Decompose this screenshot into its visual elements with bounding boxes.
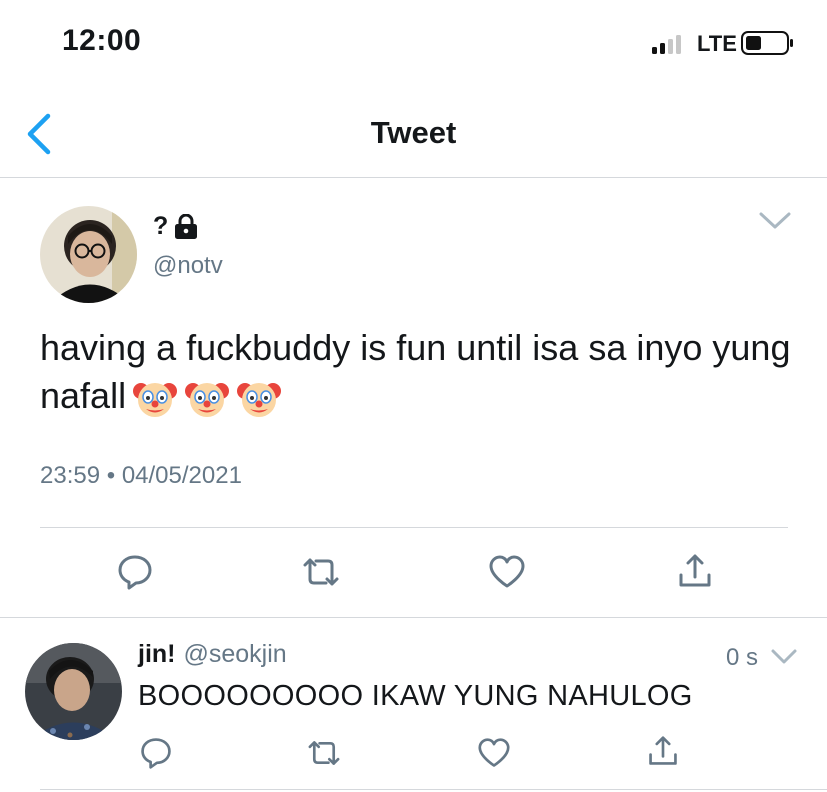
bottom-divider bbox=[40, 789, 827, 790]
header-divider bbox=[0, 177, 827, 178]
reply-timestamp: 0 s bbox=[726, 644, 759, 671]
signal-strength-icon bbox=[652, 32, 681, 54]
like-icon bbox=[478, 738, 510, 767]
page-title: Tweet bbox=[370, 115, 457, 150]
reply-like-button[interactable] bbox=[476, 737, 512, 774]
retweet-button[interactable] bbox=[300, 555, 342, 594]
author-display-name: ? bbox=[153, 212, 169, 240]
retweet-icon bbox=[303, 558, 339, 586]
tweet-time: 23:59 bbox=[40, 462, 101, 489]
avatar[interactable] bbox=[40, 206, 137, 303]
clown-face-icon bbox=[237, 383, 282, 418]
reply-button[interactable] bbox=[116, 553, 154, 596]
tweet-date: 04/05/2021 bbox=[121, 462, 242, 489]
author-name[interactable]: ? bbox=[153, 212, 198, 241]
reply-avatar[interactable] bbox=[25, 643, 122, 740]
meta-separator: • bbox=[106, 462, 116, 489]
clown-face-icon bbox=[133, 383, 178, 418]
lock-icon bbox=[175, 213, 198, 239]
avatar-photo bbox=[40, 206, 137, 303]
reply-icon bbox=[141, 738, 171, 769]
clown-face-icon bbox=[185, 383, 230, 418]
emoji-group bbox=[126, 375, 282, 418]
like-icon bbox=[489, 555, 525, 588]
share-button[interactable] bbox=[677, 553, 713, 594]
reply-avatar-photo bbox=[25, 643, 122, 740]
status-clock: 12:00 bbox=[62, 24, 142, 57]
like-button[interactable] bbox=[487, 554, 527, 595]
reply-menu-button[interactable] bbox=[770, 648, 798, 671]
reply-author[interactable]: jin! @seokjin bbox=[138, 640, 287, 669]
author-handle[interactable]: @notv bbox=[153, 252, 223, 280]
reply-share-button[interactable] bbox=[647, 735, 679, 772]
tweet-menu-button[interactable] bbox=[758, 210, 792, 237]
reply-reply-button[interactable] bbox=[139, 736, 173, 775]
tweet-text: having a fuckbuddy is fun until isa sa i… bbox=[40, 324, 800, 421]
reply-text: BOOOOOOOOO IKAW YUNG NAHULOG bbox=[138, 680, 693, 712]
share-icon bbox=[649, 736, 677, 765]
meta-divider bbox=[40, 527, 788, 528]
reply-retweet-button[interactable] bbox=[305, 738, 343, 773]
share-icon bbox=[679, 554, 711, 587]
chevron-down-icon bbox=[759, 212, 791, 229]
chevron-down-icon bbox=[771, 649, 797, 664]
battery-icon bbox=[741, 30, 795, 61]
tweet-timestamp[interactable]: 23:59 • 04/05/2021 bbox=[40, 462, 242, 490]
network-type-label: LTE bbox=[697, 31, 737, 56]
reply-display-name: jin! bbox=[138, 640, 176, 668]
retweet-icon bbox=[308, 741, 340, 765]
tweet-divider bbox=[0, 617, 827, 618]
reply-icon bbox=[118, 555, 152, 590]
reply-handle: @seokjin bbox=[183, 640, 287, 668]
